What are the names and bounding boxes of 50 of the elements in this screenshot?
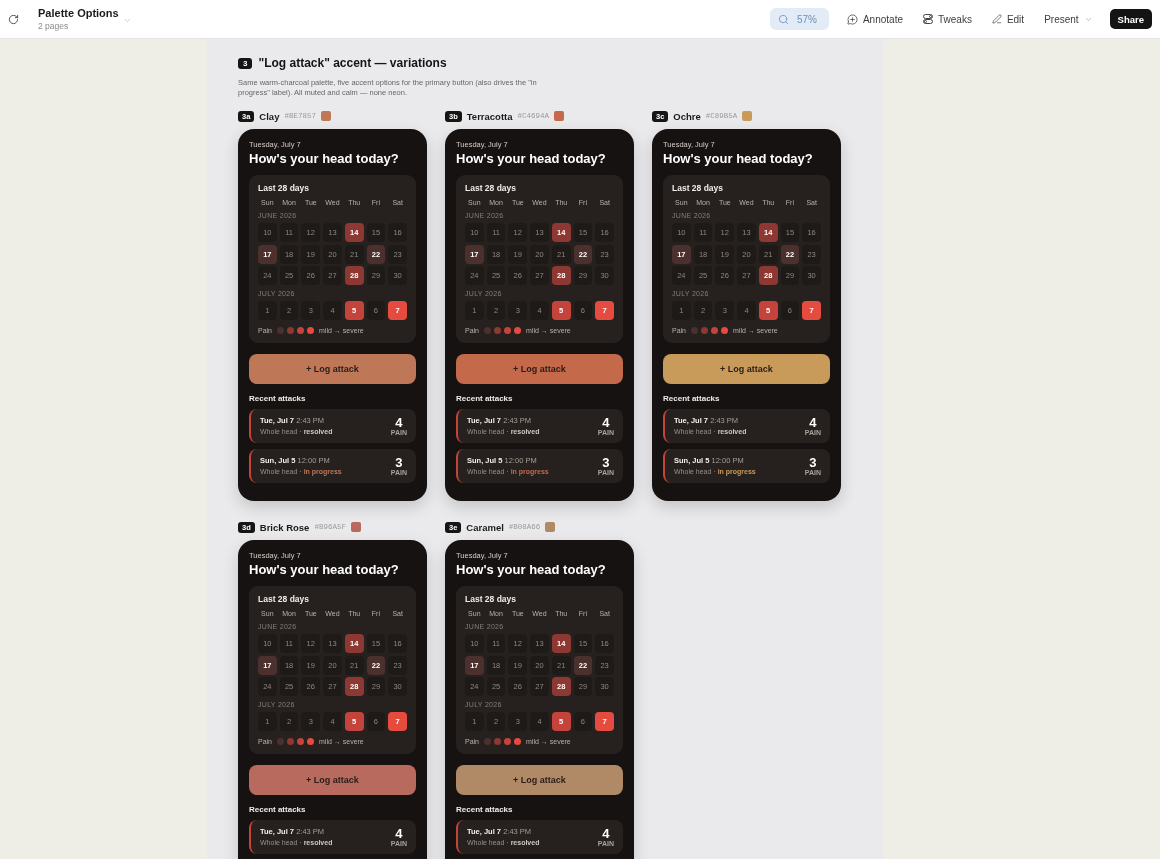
- variant-name: Caramel: [466, 521, 504, 533]
- search-icon: [777, 13, 789, 25]
- toolbar-button[interactable]: Annotate: [841, 8, 908, 30]
- section-title: "Log attack" accent — variations: [258, 56, 447, 70]
- recent-title: Recent attacks: [456, 394, 514, 404]
- toolbar-button[interactable]: Edit: [986, 8, 1030, 30]
- log-attack-button[interactable]: + Log attack: [249, 765, 416, 795]
- recent-title: Recent attacks: [663, 394, 721, 404]
- section-badge: 3: [238, 57, 253, 69]
- screen-heading: How's your head today?: [249, 562, 400, 578]
- recent-title: Recent attacks: [249, 394, 307, 404]
- toolbar-button[interactable]: Present: [1039, 8, 1098, 30]
- screen-heading: How's your head today?: [456, 562, 607, 578]
- log-attack-button[interactable]: + Log attack: [456, 354, 623, 384]
- pain-score: 4: [602, 826, 610, 840]
- pain-score: 4: [395, 415, 403, 429]
- refresh-button[interactable]: [7, 13, 19, 25]
- zoom-button[interactable]: 57%: [769, 8, 829, 30]
- calendar-title: Last 28 days: [465, 183, 518, 194]
- variant-name: Brick Rose: [259, 521, 310, 533]
- screen-heading: How's your head today?: [663, 151, 814, 167]
- pen-icon: [991, 14, 1002, 24]
- pain-score: 3: [809, 455, 817, 469]
- calendar-title: Last 28 days: [465, 594, 518, 605]
- log-attack-button[interactable]: + Log attack: [456, 765, 623, 795]
- calendar-title: Last 28 days: [258, 183, 311, 194]
- pain-score: 3: [395, 455, 403, 469]
- recent-title: Recent attacks: [249, 805, 307, 815]
- share-button[interactable]: Share: [1109, 9, 1152, 29]
- toolbar-button[interactable]: Tweaks: [918, 8, 977, 30]
- page-count: 2 pages: [38, 21, 70, 31]
- variant-name: Clay: [259, 110, 280, 122]
- recent-title: Recent attacks: [456, 805, 514, 815]
- calendar-title: Last 28 days: [672, 183, 725, 194]
- screen-heading: How's your head today?: [249, 151, 400, 167]
- calendar-title: Last 28 days: [258, 594, 311, 605]
- pain-score: 4: [395, 826, 403, 840]
- refresh-icon: [7, 13, 19, 25]
- log-attack-button[interactable]: + Log attack: [663, 354, 830, 384]
- pain-score: 4: [602, 415, 610, 429]
- toggles-icon: [923, 14, 933, 24]
- log-attack-button[interactable]: + Log attack: [249, 354, 416, 384]
- chevron-down-icon: [123, 16, 133, 25]
- comment-plus-icon: [846, 13, 858, 25]
- pain-score: 3: [602, 455, 610, 469]
- screen-heading: How's your head today?: [456, 151, 607, 167]
- pain-score: 4: [809, 415, 817, 429]
- variant-name: Terracotta: [466, 110, 513, 122]
- variant-name: Ochre: [673, 110, 701, 122]
- document-title: Palette Options: [38, 7, 119, 20]
